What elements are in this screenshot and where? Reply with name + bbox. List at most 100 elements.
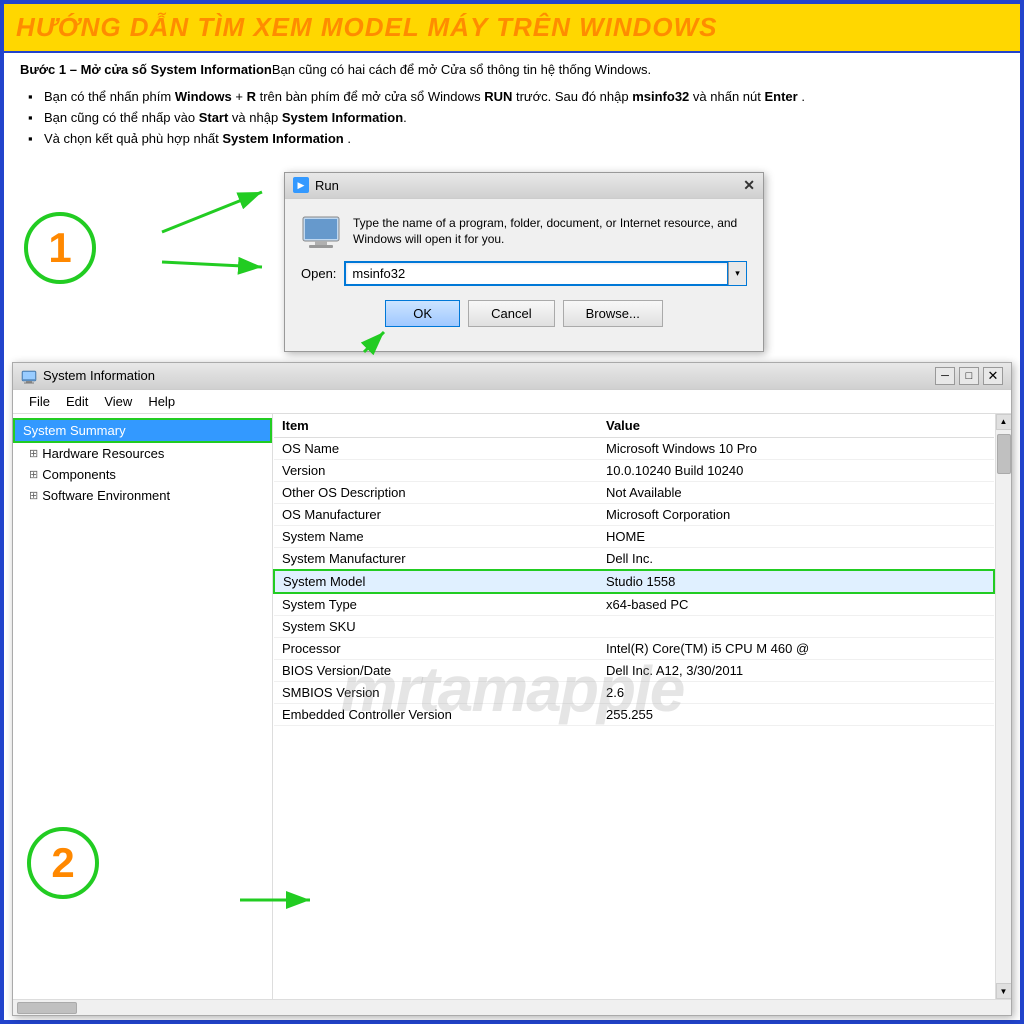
row-sys-mfg-value: Dell Inc. [598, 547, 994, 570]
bullet-1: Bạn có thể nhấn phím Windows + R trên bà… [28, 87, 1004, 108]
table-row: System Type x64-based PC [274, 593, 994, 616]
run-dialog-body: Type the name of a program, folder, docu… [285, 199, 763, 351]
table-row: Other OS Description Not Available [274, 481, 994, 503]
sidebar-software-label: Software Environment [42, 488, 170, 503]
run-dialog-input-row: Open: msinfo32 ▾ [301, 261, 747, 286]
bullet-2: Bạn cũng có thể nhấp vào Start và nhập S… [28, 108, 1004, 129]
sysinfo-hscrollbar[interactable] [13, 999, 1011, 1015]
table-row: OS Name Microsoft Windows 10 Pro [274, 437, 994, 459]
row-other-os-item: Other OS Description [274, 481, 598, 503]
run-ok-button[interactable]: OK [385, 300, 460, 327]
run-dialog-title: Run [315, 178, 339, 193]
article-area: Bước 1 – Mở cửa số System InformationBạn… [4, 53, 1020, 162]
sidebar-software-environment[interactable]: ⊞ Software Environment [13, 485, 272, 506]
col-item: Item [274, 414, 598, 438]
number-2-label: 2 [51, 839, 74, 887]
number-1-label: 1 [48, 224, 71, 272]
table-row: System Manufacturer Dell Inc. [274, 547, 994, 570]
page-title: HƯỚNG DẪN TÌM XEM MODEL MÁY TRÊN WINDOWS [16, 12, 1008, 43]
sidebar-system-summary[interactable]: System Summary [13, 418, 272, 443]
sidebar-system-summary-label: System Summary [23, 423, 126, 438]
row-smbios-value: 2.6 [598, 681, 994, 703]
row-processor-item: Processor [274, 637, 598, 659]
table-row: System Name HOME [274, 525, 994, 547]
row-ec-value: 255.255 [598, 703, 994, 725]
row-sys-model-item: System Model [274, 570, 598, 593]
row-sys-type-value: x64-based PC [598, 593, 994, 616]
bullet-list: Bạn có thể nhấn phím Windows + R trên bà… [20, 87, 1004, 149]
table-row: SMBIOS Version 2.6 [274, 681, 994, 703]
sysinfo-sidebar: System Summary ⊞ Hardware Resources ⊞ Co… [13, 414, 273, 999]
article-subtitle: Bước 1 – Mở cửa số System InformationBạn… [20, 61, 1004, 79]
run-dialog-buttons: OK Cancel Browse... [301, 296, 747, 335]
run-computer-icon [301, 215, 341, 251]
sysinfo-titlebar-left: System Information [21, 368, 155, 384]
tree-expand-icon-3: ⊞ [29, 489, 38, 502]
maximize-button[interactable]: □ [959, 367, 979, 385]
scrollbar-up-button[interactable]: ▲ [996, 414, 1012, 430]
run-input-field[interactable]: msinfo32 [345, 262, 728, 285]
bullet-3: Và chọn kết quả phù hợp nhất System Info… [28, 129, 1004, 150]
table-row-highlighted: System Model Studio 1558 [274, 570, 994, 593]
menu-edit[interactable]: Edit [58, 392, 96, 411]
sysinfo-main: Item Value OS Name Microsoft Windows 10 … [273, 414, 995, 999]
run-dialog-close-button[interactable]: ✕ [743, 177, 755, 194]
table-row: System SKU [274, 615, 994, 637]
number-2-circle: 2 [27, 827, 99, 899]
tree-expand-icon-2: ⊞ [29, 468, 38, 481]
row-sys-sku-item: System SKU [274, 615, 598, 637]
sysinfo-window-icon [21, 368, 37, 384]
run-browse-button[interactable]: Browse... [563, 300, 663, 327]
row-ec-item: Embedded Controller Version [274, 703, 598, 725]
run-dialog: ▶ Run ✕ Type the name of a program, fold… [284, 172, 764, 352]
menu-help[interactable]: Help [140, 392, 183, 411]
table-row: BIOS Version/Date Dell Inc. A12, 3/30/20… [274, 659, 994, 681]
row-version-item: Version [274, 459, 598, 481]
row-sys-mfg-item: System Manufacturer [274, 547, 598, 570]
table-row: Version 10.0.10240 Build 10240 [274, 459, 994, 481]
sidebar-components-label: Components [42, 467, 116, 482]
bottom-section: mrtamapple System Information ─ □ [4, 362, 1020, 1020]
table-row: Processor Intel(R) Core(TM) i5 CPU M 460… [274, 637, 994, 659]
run-cancel-button[interactable]: Cancel [468, 300, 554, 327]
row-bios-value: Dell Inc. A12, 3/30/2011 [598, 659, 994, 681]
number-1-circle: 1 [24, 212, 96, 284]
run-input-dropdown[interactable]: ▾ [728, 262, 746, 285]
scrollbar-thumb[interactable] [997, 434, 1011, 474]
sidebar-hardware-resources[interactable]: ⊞ Hardware Resources [13, 443, 272, 464]
run-input-value: msinfo32 [352, 266, 405, 281]
row-sys-sku-value [598, 615, 994, 637]
row-os-mfg-item: OS Manufacturer [274, 503, 598, 525]
sysinfo-window-title: System Information [43, 368, 155, 383]
row-sys-model-value: Studio 1558 [598, 570, 994, 593]
sidebar-components[interactable]: ⊞ Components [13, 464, 272, 485]
row-sys-type-item: System Type [274, 593, 598, 616]
close-button[interactable]: ✕ [983, 367, 1003, 385]
run-dialog-desc: Type the name of a program, folder, docu… [301, 215, 747, 251]
sysinfo-window: mrtamapple System Information ─ □ [12, 362, 1012, 1016]
menu-file[interactable]: File [21, 392, 58, 411]
sysinfo-table: Item Value OS Name Microsoft Windows 10 … [273, 414, 995, 726]
menu-view[interactable]: View [96, 392, 140, 411]
sysinfo-table-body: OS Name Microsoft Windows 10 Pro Version… [274, 437, 994, 725]
subtitle-desc: Bạn cũng có hai cách để mở Cửa sổ thông … [272, 62, 651, 77]
minimize-button[interactable]: ─ [935, 367, 955, 385]
row-processor-value: Intel(R) Core(TM) i5 CPU M 460 @ [598, 637, 994, 659]
row-bios-item: BIOS Version/Date [274, 659, 598, 681]
col-value: Value [598, 414, 994, 438]
sysinfo-scrollbar[interactable]: ▲ ▼ [995, 414, 1011, 999]
row-other-os-value: Not Available [598, 481, 994, 503]
row-smbios-item: SMBIOS Version [274, 681, 598, 703]
scrollbar-down-button[interactable]: ▼ [996, 983, 1012, 999]
row-os-mfg-value: Microsoft Corporation [598, 503, 994, 525]
middle-section: 1 ▶ Run ✕ [4, 162, 1020, 362]
sysinfo-body: System Summary ⊞ Hardware Resources ⊞ Co… [13, 414, 1011, 999]
row-os-name-item: OS Name [274, 437, 598, 459]
hscrollbar-thumb[interactable] [17, 1002, 77, 1014]
run-input-wrapper[interactable]: msinfo32 ▾ [344, 261, 747, 286]
row-sys-name-value: HOME [598, 525, 994, 547]
sysinfo-table-header: Item Value [274, 414, 994, 438]
run-dialog-titlebar: ▶ Run ✕ [285, 173, 763, 199]
run-dialog-desc-text: Type the name of a program, folder, docu… [353, 215, 747, 249]
row-version-value: 10.0.10240 Build 10240 [598, 459, 994, 481]
